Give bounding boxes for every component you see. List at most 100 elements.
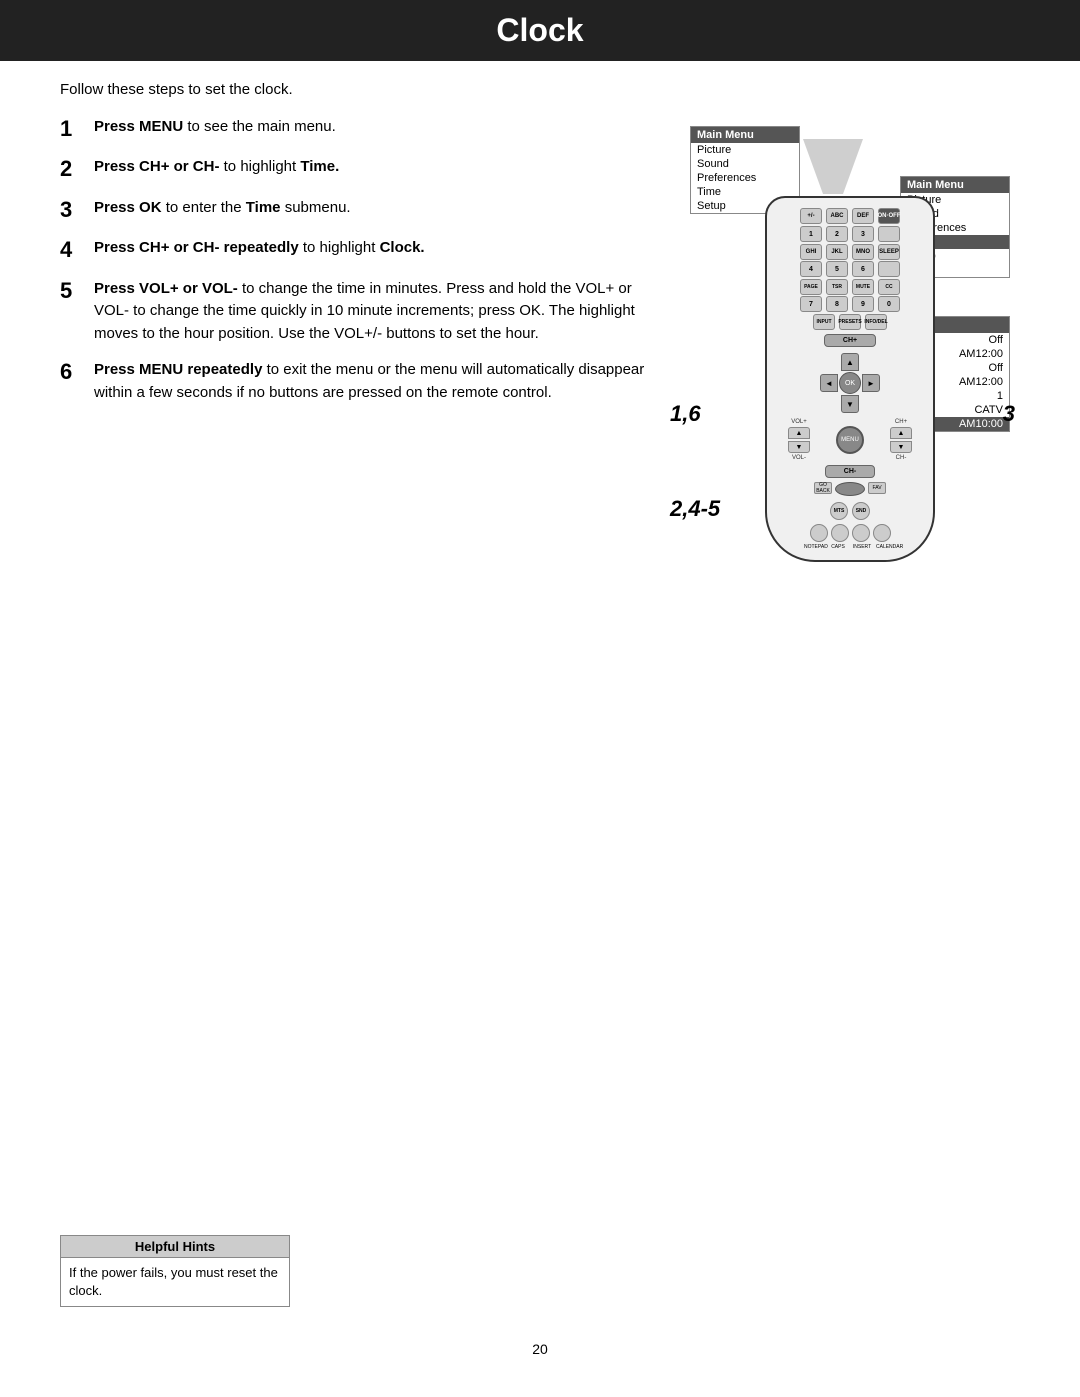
bottom-btn-labels: NOTEPAD CAPS INSERT CALENDAR [775,544,925,550]
step-text-3: Press OK to enter the Time submenu. [94,197,351,220]
dpad-down: ▼ [841,395,859,413]
vol-plus-btn: VOL+ ▲ ▼ VOL- [788,419,810,461]
mts-sound-row: MTS SND [775,502,925,520]
page-number: 20 [532,1341,548,1357]
go-back-btn: GO BACK [814,482,832,494]
btn-abc: ABC [826,208,848,224]
remote-row-2: GHI JKL MNO SLEEP [775,244,925,260]
remote-row-nums-1: 1 2 3 [775,226,925,242]
vol-ch-area: VOL+ ▲ ▼ VOL- MENU CH+ ▲ ▼ [775,419,925,461]
remote-control: +/- ABC DEF ON·OFF 1 2 3 [765,196,935,562]
menu2-title: Main Menu [901,177,1009,193]
step-label-3: 3 [1003,401,1015,427]
btn-num7b: 7 [800,296,822,312]
calendar-btn [873,524,891,542]
sound-btn: SND [852,502,870,520]
btn-mute: MUTE [852,279,874,295]
step-6: 6 Press MENU repeatedly to exit the menu… [60,359,650,404]
menu1-title: Main Menu [691,127,799,143]
step-text-1: Press MENU to see the main menu. [94,116,336,139]
go-back-fav-row: GO BACK FAV [775,482,925,496]
step-label-2-4-5: 2,4-5 [670,496,720,522]
step-1: 1 Press MENU to see the main menu. [60,116,650,142]
step-3: 3 Press OK to enter the Time submenu. [60,197,650,223]
notepad-label: NOTEPAD [804,544,824,550]
funnel-arrow [798,134,868,199]
btn-jkl: JKL [826,244,848,260]
remote-row-nums-2: 4 5 6 [775,261,925,277]
dpad-right: ► [862,374,880,392]
menu1-item-preferences: Preferences [691,171,799,185]
insert-btn [852,524,870,542]
helpful-hints-box: Helpful Hints If the power fails, you mu… [60,1235,290,1307]
btn-infodel: INFO/DEL [865,314,887,330]
insert-label: INSERT [852,544,872,550]
calendar-label: CALENDAR [876,544,896,550]
diagram-area: Main Menu Picture Sound Preferences Time… [680,116,1020,736]
menu-center-btn: MENU [836,426,864,454]
step-number-5: 5 [60,278,84,304]
btn-ghi: GHI [800,244,822,260]
ch-minus-btn: CH- [825,465,875,478]
remote-body: +/- ABC DEF ON·OFF 1 2 3 [765,196,935,562]
notepad-btn [810,524,828,542]
btn-cc: CC [878,279,900,295]
center-round-btn [835,482,865,496]
btn-num4 [878,226,900,242]
btn-presets: PRESETS [839,314,861,330]
ch-minus-area: CH- [775,465,925,478]
menu1-item-sound: Sound [691,157,799,171]
btn-sleep: SLEEP [878,244,900,260]
btn-num8: 8 [826,296,848,312]
btn-page: PAGE [800,279,822,295]
step-text-4: Press CH+ or CH- repeatedly to highlight… [94,237,425,260]
step-4: 4 Press CH+ or CH- repeatedly to highlig… [60,237,650,263]
menu1-item-picture: Picture [691,143,799,157]
dpad-left: ◄ [820,374,838,392]
btn-num5: 5 [826,261,848,277]
dpad-ok: OK [839,372,861,394]
ch-btn: CH+ ▲ ▼ CH- [890,419,912,461]
step-number-4: 4 [60,237,84,263]
step-label-1-6: 1,6 [670,401,701,427]
remote-row-4: INPUT PRESETS INFO/DEL [775,314,925,330]
step-number-1: 1 [60,116,84,142]
btn-1: +/- [800,208,822,224]
btn-num4b: 4 [800,261,822,277]
ch-plus-area: CH+ [775,334,925,347]
remote-row-nums-3: 7 8 9 0 [775,296,925,312]
btn-num3: 3 [852,226,874,242]
mts-btn: MTS [830,502,848,520]
step-number-6: 6 [60,359,84,385]
diagram-column: Main Menu Picture Sound Preferences Time… [680,116,1020,736]
btn-def: DEF [852,208,874,224]
step-text-2: Press CH+ or CH- to highlight Time. [94,156,339,179]
bottom-4-btns [775,524,925,542]
btn-num6: 6 [852,261,874,277]
remote-row-3: PAGE TSR MUTE CC [775,279,925,295]
step-number-3: 3 [60,197,84,223]
intro-text: Follow these steps to set the clock. [60,81,1020,98]
step-5: 5 Press VOL+ or VOL- to change the time … [60,278,650,346]
caps-btn [831,524,849,542]
helpful-hints-body: If the power fails, you must reset the c… [61,1258,289,1306]
btn-num2: 2 [826,226,848,242]
step-number-2: 2 [60,156,84,182]
remote-row-1: +/- ABC DEF ON·OFF [775,208,925,224]
step-text-6: Press MENU repeatedly to exit the menu o… [94,359,650,404]
steps-column: 1 Press MENU to see the main menu. 2 Pre… [60,116,650,736]
btn-onoff: ON·OFF [878,208,900,224]
btn-num7 [878,261,900,277]
dpad-up: ▲ [841,353,859,371]
step-text-5: Press VOL+ or VOL- to change the time in… [94,278,650,346]
btn-num9: 9 [852,296,874,312]
btn-num0: 0 [878,296,900,312]
btn-tsr: TSR [826,279,848,295]
ch-plus-btn: CH+ [824,334,876,347]
btn-input: INPUT [813,314,835,330]
page-title: Clock [0,0,1080,61]
fav-btn: FAV [868,482,886,494]
caps-label: CAPS [828,544,848,550]
dpad: ▲ ◄ OK ► ▼ [820,353,880,413]
helpful-hints-title: Helpful Hints [61,1236,289,1258]
